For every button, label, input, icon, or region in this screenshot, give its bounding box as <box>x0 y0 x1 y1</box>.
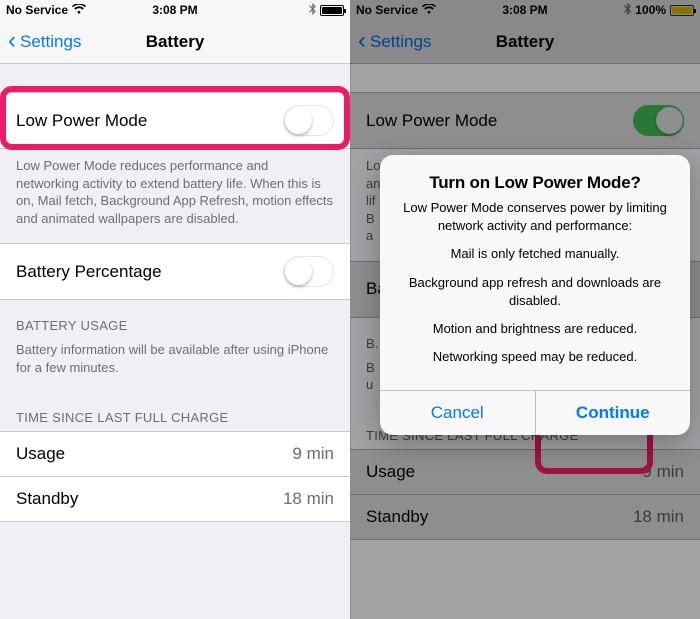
alert-bullet: Motion and brightness are reduced. <box>396 320 674 338</box>
low-power-mode-row[interactable]: Low Power Mode <box>0 92 350 149</box>
battery-usage-footer: Battery information will be available af… <box>0 339 350 392</box>
alert-bullet: Networking speed may be reduced. <box>396 348 674 366</box>
back-button[interactable]: ‹ Settings <box>8 31 81 53</box>
standby-label: Standby <box>16 489 78 509</box>
alert-title: Turn on Low Power Mode? <box>396 173 674 193</box>
screen-left: No Service 3:08 PM ‹ Settings Battery Lo… <box>0 0 350 619</box>
charge-header: TIME SINCE LAST FULL CHARGE <box>0 392 350 431</box>
alert-message: Low Power Mode conserves power by limiti… <box>396 199 674 366</box>
lpm-footer: Low Power Mode reduces performance and n… <box>0 149 350 243</box>
bpct-label: Battery Percentage <box>16 262 162 282</box>
alert-bullet: Background app refresh and downloads are… <box>396 274 674 310</box>
battery-icon <box>320 5 344 16</box>
alert-intro: Low Power Mode conserves power by limiti… <box>396 199 674 235</box>
back-label: Settings <box>20 32 81 52</box>
continue-button[interactable]: Continue <box>535 391 691 435</box>
lpm-label: Low Power Mode <box>16 111 147 131</box>
usage-value: 9 min <box>292 444 334 464</box>
bpct-toggle[interactable] <box>283 256 334 287</box>
alert-bullet: Mail is only fetched manually. <box>396 245 674 263</box>
bluetooth-icon <box>309 3 316 18</box>
standby-row: Standby 18 min <box>0 476 350 522</box>
standby-value: 18 min <box>283 489 334 509</box>
usage-label: Usage <box>16 444 65 464</box>
battery-usage-header: BATTERY USAGE <box>0 300 350 339</box>
wifi-icon <box>72 3 86 17</box>
carrier-label: No Service <box>6 3 68 17</box>
cancel-button[interactable]: Cancel <box>380 391 535 435</box>
chevron-left-icon: ‹ <box>8 29 16 53</box>
nav-bar: ‹ Settings Battery <box>0 20 350 64</box>
content-area: Low Power Mode Low Power Mode reduces pe… <box>0 64 350 619</box>
status-bar: No Service 3:08 PM <box>0 0 350 20</box>
lpm-toggle[interactable] <box>283 105 334 136</box>
usage-row: Usage 9 min <box>0 431 350 476</box>
lpm-alert: Turn on Low Power Mode? Low Power Mode c… <box>380 155 690 435</box>
screen-right: No Service 3:08 PM 100% ‹ Settings Batte… <box>350 0 700 619</box>
battery-percentage-row[interactable]: Battery Percentage <box>0 243 350 300</box>
